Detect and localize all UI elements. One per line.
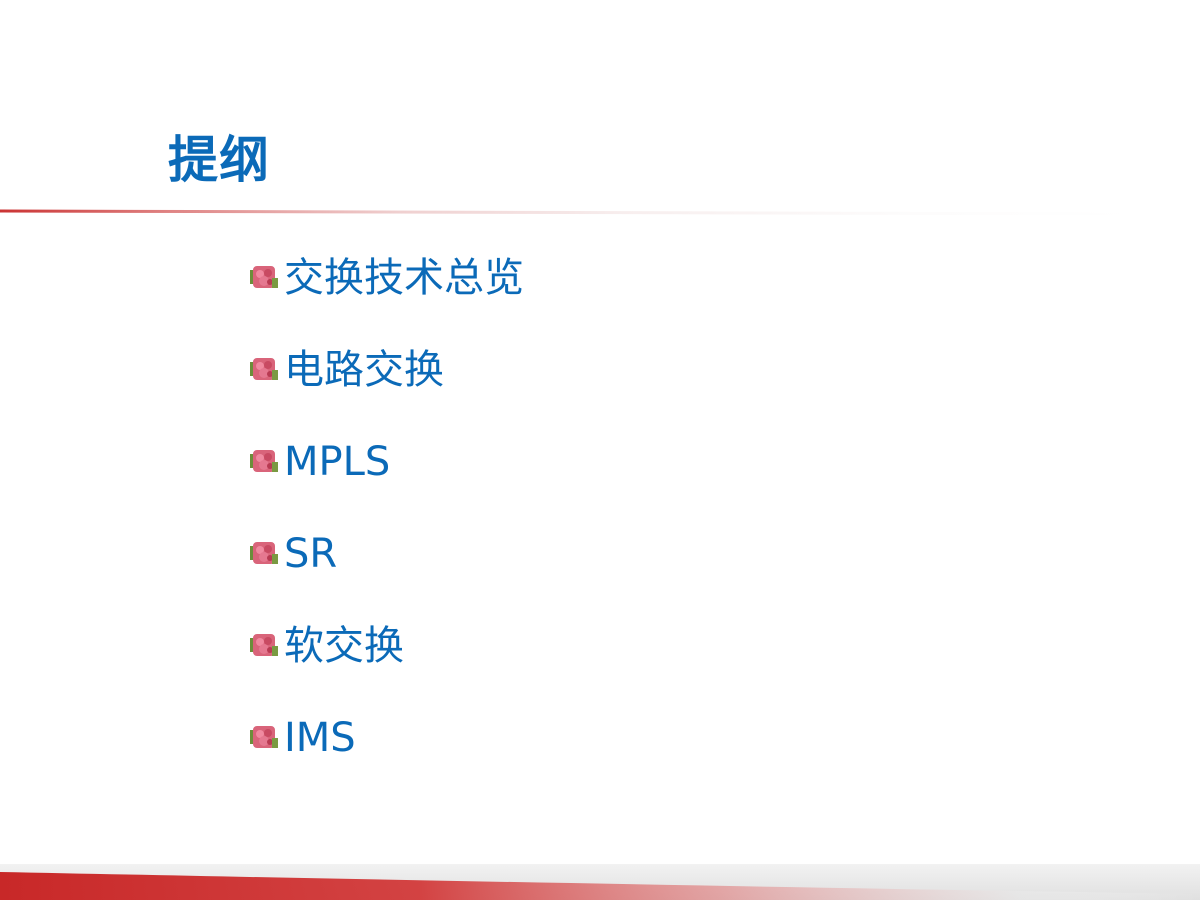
bullet-list: 交换技术总览 电路交换 MPLS SR 软交换 IMS <box>250 248 524 800</box>
flower-bullet-icon <box>250 358 278 380</box>
flower-bullet-icon <box>250 542 278 564</box>
flower-bullet-icon <box>250 634 278 656</box>
bullet-label: SR <box>284 531 338 577</box>
bullet-label: 电路交换 <box>284 347 444 393</box>
bullet-label: 软交换 <box>284 623 404 669</box>
bullet-label: MPLS <box>284 439 391 485</box>
flower-bullet-icon <box>250 726 278 748</box>
bullet-label: 交换技术总览 <box>284 255 524 301</box>
flower-bullet-icon <box>250 266 278 288</box>
slide-title: 提纲 <box>168 131 270 189</box>
footer-swoosh <box>0 872 1200 900</box>
list-item: 软交换 <box>250 616 524 708</box>
bullet-label: IMS <box>284 715 356 761</box>
title-divider <box>0 209 1140 216</box>
list-item: MPLS <box>250 432 524 524</box>
list-item: IMS <box>250 708 524 800</box>
flower-bullet-icon <box>250 450 278 472</box>
list-item: SR <box>250 524 524 616</box>
list-item: 交换技术总览 <box>250 248 524 340</box>
list-item: 电路交换 <box>250 340 524 432</box>
slide: 提纲 交换技术总览 电路交换 MPLS SR 软交换 IMS <box>0 0 1200 900</box>
